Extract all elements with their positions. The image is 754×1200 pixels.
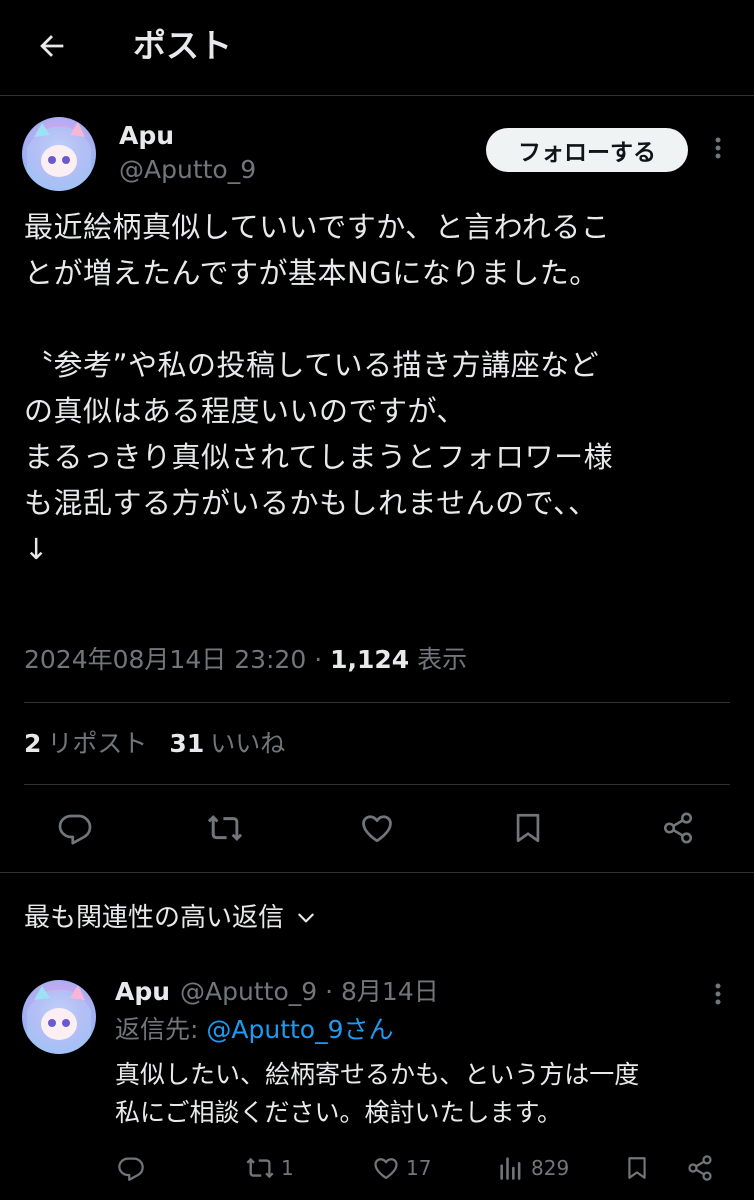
- reply-text: 真似したい、絵柄寄せるかも、という方は一度 私にご相談ください。検討いたします。: [115, 1060, 640, 1127]
- reply-to-prefix: 返信先:: [115, 1015, 207, 1044]
- reply-like-button[interactable]: 17: [372, 1148, 431, 1188]
- author-handle[interactable]: @Aputto_9: [119, 154, 256, 186]
- chevron-down-icon: [298, 913, 314, 923]
- reply-icon: [58, 814, 92, 845]
- arrow-left-icon: [40, 35, 64, 57]
- more-options-button[interactable]: [706, 128, 730, 168]
- views-label: 表示: [417, 645, 468, 674]
- repost-button[interactable]: [203, 806, 247, 850]
- divider: [0, 872, 754, 873]
- divider: [24, 702, 730, 703]
- reposts-count: 2: [24, 729, 42, 758]
- follow-button[interactable]: フォローする: [486, 128, 688, 172]
- reply-avatar[interactable]: [22, 980, 96, 1054]
- bookmark-icon: [628, 1157, 646, 1179]
- post-meta: 2024年08月14日 23:20 · 1,124 表示: [24, 640, 467, 680]
- like-icon: [362, 815, 392, 843]
- post-text: 最近絵柄真似していいですか、と言われるこ とが増えたんですが基本NGになりました…: [24, 210, 614, 566]
- reply-author-name[interactable]: Apu: [115, 977, 170, 1006]
- bookmark-button[interactable]: [506, 806, 550, 850]
- reply-reply-button[interactable]: [117, 1148, 145, 1188]
- reply-date[interactable]: · 8月14日: [325, 977, 439, 1006]
- reply-header: Apu @Aputto_9 · 8月14日: [115, 974, 439, 1010]
- more-vertical-icon: [715, 137, 721, 159]
- repost-icon: [246, 1157, 274, 1179]
- reply-to-line: 返信先: @Aputto_9さん: [115, 1012, 394, 1048]
- replies-sort-dropdown[interactable]: 最も関連性の高い返信: [24, 898, 316, 938]
- share-button[interactable]: [656, 806, 700, 850]
- reply-share-button[interactable]: [686, 1148, 714, 1188]
- share-icon: [663, 812, 693, 844]
- repost-icon: [207, 815, 243, 841]
- like-icon: [374, 1158, 398, 1180]
- replies-sort-label: 最も関連性の高い返信: [24, 903, 285, 933]
- likes-stat[interactable]: 31 いいね: [169, 729, 285, 758]
- like-button[interactable]: [355, 806, 399, 850]
- divider: [24, 784, 730, 785]
- reply-like-count: 17: [406, 1156, 432, 1180]
- avatar[interactable]: [22, 117, 96, 191]
- reply-author-handle[interactable]: @Aputto_9: [180, 977, 317, 1006]
- reply-views-count: 829: [531, 1156, 570, 1180]
- post-timestamp[interactable]: 2024年08月14日 23:20: [24, 645, 306, 674]
- reply-views-button[interactable]: 829: [497, 1148, 569, 1188]
- reply-repost-count: 1: [281, 1156, 294, 1180]
- reposts-label: リポスト: [47, 729, 148, 758]
- reply-to-mention[interactable]: @Aputto_9さん: [206, 1015, 393, 1044]
- likes-label: いいね: [210, 729, 286, 758]
- views-count: 1,124: [330, 645, 410, 674]
- reply-button[interactable]: [53, 806, 97, 850]
- meta-separator: ·: [306, 645, 331, 674]
- reply-bookmark-button[interactable]: [624, 1148, 650, 1188]
- share-icon: [688, 1155, 712, 1181]
- analytics-icon: [500, 1157, 521, 1180]
- author-name[interactable]: Apu: [119, 120, 174, 152]
- likes-count: 31: [169, 729, 205, 758]
- back-button[interactable]: [30, 24, 74, 68]
- bookmark-icon: [516, 813, 540, 843]
- reply-more-options-button[interactable]: [706, 974, 730, 1014]
- reply-repost-button[interactable]: 1: [245, 1148, 294, 1188]
- post-stats: 2 リポスト 31 いいね: [24, 724, 285, 764]
- page-title: ポスト: [133, 26, 232, 65]
- reposts-stat[interactable]: 2 リポスト: [24, 729, 147, 758]
- top-bar: ポスト: [0, 0, 754, 96]
- more-vertical-icon: [715, 983, 721, 1005]
- reply-icon: [118, 1157, 144, 1181]
